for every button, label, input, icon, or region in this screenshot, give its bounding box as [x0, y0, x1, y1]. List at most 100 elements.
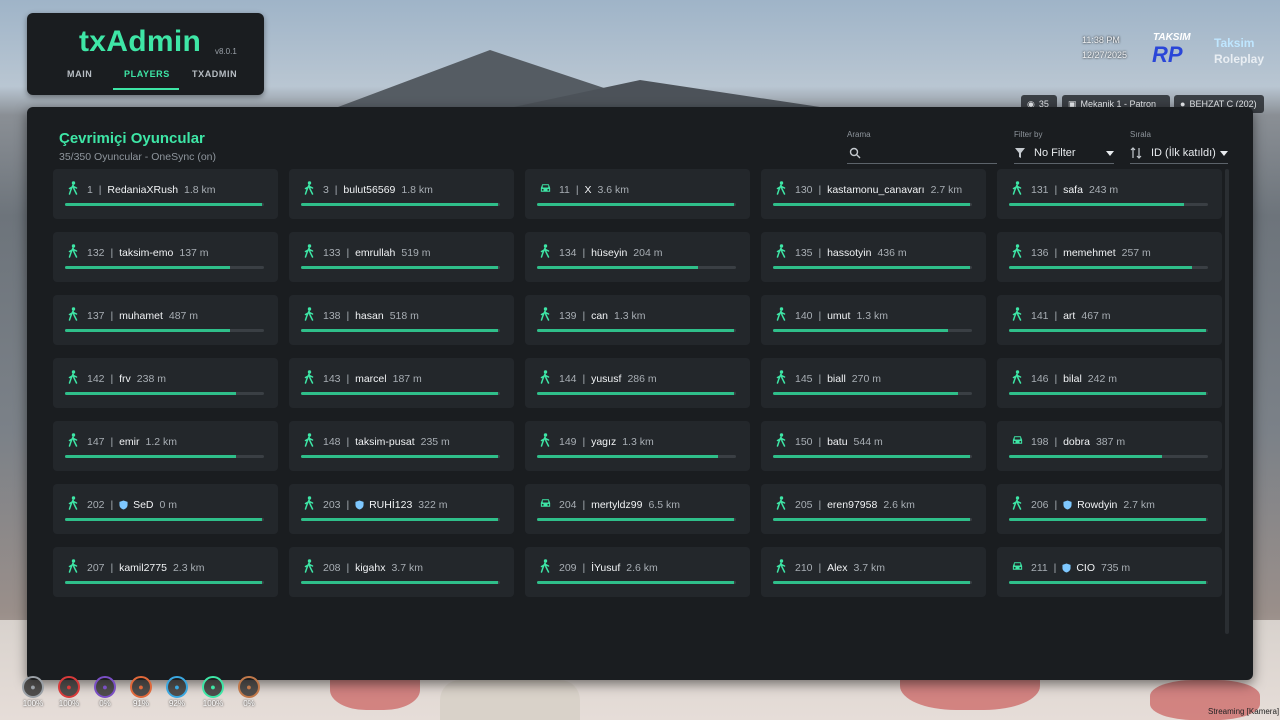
player-id: 141: [1031, 310, 1049, 322]
search-icon: [849, 147, 861, 159]
filter-select[interactable]: No Filter: [1014, 143, 1114, 164]
player-card[interactable]: 140 | umut 1.3 km: [761, 295, 986, 345]
search-input[interactable]: [865, 145, 997, 163]
car-icon: [1011, 559, 1023, 573]
player-card[interactable]: 146 | bilal 242 m: [997, 358, 1222, 408]
player-card[interactable]: 149 | yagız 1.3 km: [525, 421, 750, 471]
player-name: bulut56569: [343, 184, 396, 196]
player-card[interactable]: 211 | CIO 735 m: [997, 547, 1222, 597]
player-info: 142 | frv 238 m: [87, 373, 166, 385]
player-info: 130 | kastamonu_canavarı 2.7 km: [795, 184, 962, 196]
player-card[interactable]: 3 | bulut56569 1.8 km: [289, 169, 514, 219]
player-card[interactable]: 207 | kamil2775 2.3 km: [53, 547, 278, 597]
tab-players[interactable]: PLAYERS: [124, 69, 170, 79]
player-card[interactable]: 206 | Rowdyin 2.7 km: [997, 484, 1222, 534]
tab-main[interactable]: MAIN: [67, 69, 92, 79]
walk-icon: [67, 496, 79, 510]
player-card[interactable]: 210 | Alex 3.7 km: [761, 547, 986, 597]
separator: |: [1051, 310, 1061, 322]
player-id: 205: [795, 499, 813, 511]
separator: |: [107, 247, 117, 259]
walk-icon: [775, 559, 787, 573]
player-card[interactable]: 205 | eren97958 2.6 km: [761, 484, 986, 534]
player-card[interactable]: 132 | taksim-emo 137 m: [53, 232, 278, 282]
player-name: eren97958: [827, 499, 878, 511]
walk-icon: [775, 433, 787, 447]
player-card[interactable]: 208 | kigahx 3.7 km: [289, 547, 514, 597]
player-card[interactable]: 145 | biall 270 m: [761, 358, 986, 408]
player-name: kamil2775: [119, 562, 167, 574]
player-distance: 204 m: [633, 247, 663, 259]
health-bar: [773, 329, 972, 332]
player-card[interactable]: 134 | hüseyin 204 m: [525, 232, 750, 282]
walk-icon: [303, 433, 315, 447]
sort-select[interactable]: ID (İlk katıldı): [1130, 143, 1228, 164]
player-card[interactable]: 142 | frv 238 m: [53, 358, 278, 408]
player-id: 136: [1031, 247, 1049, 259]
status-value: 100%: [58, 699, 80, 708]
player-card[interactable]: 11 | X 3.6 km: [525, 169, 750, 219]
hud-time: 11:38 PM: [1082, 35, 1120, 45]
player-card[interactable]: 209 | İYusuf 2.6 km: [525, 547, 750, 597]
player-distance: 3.7 km: [853, 562, 886, 574]
player-card[interactable]: 1 | RedaniaXRush 1.8 km: [53, 169, 278, 219]
player-card[interactable]: 204 | mertyldz99 6.5 km: [525, 484, 750, 534]
player-name: umut: [827, 310, 851, 322]
armor-icon: ●: [94, 676, 116, 698]
player-card[interactable]: 133 | emrullah 519 m: [289, 232, 514, 282]
health-bar-fill: [301, 329, 498, 332]
separator: |: [107, 310, 117, 322]
player-card[interactable]: 136 | memehmet 257 m: [997, 232, 1222, 282]
health-bar-fill: [773, 266, 970, 269]
player-card[interactable]: 150 | batu 544 m: [761, 421, 986, 471]
shield-icon: [1062, 563, 1071, 573]
player-id: 133: [323, 247, 341, 259]
player-card[interactable]: 198 | dobra 387 m: [997, 421, 1222, 471]
player-info: 150 | batu 544 m: [795, 436, 883, 448]
player-card[interactable]: 131 | safa 243 m: [997, 169, 1222, 219]
separator: |: [815, 436, 825, 448]
shield-icon: [1063, 500, 1072, 510]
player-card[interactable]: 135 | hassotyin 436 m: [761, 232, 986, 282]
shield-icon: [119, 500, 128, 510]
player-distance: 735 m: [1100, 562, 1131, 574]
health-bar: [1009, 581, 1208, 584]
player-card[interactable]: 137 | muhamet 487 m: [53, 295, 278, 345]
player-id: 206: [1031, 499, 1049, 511]
player-info: 144 | yususf 286 m: [559, 373, 657, 385]
player-card[interactable]: 130 | kastamonu_canavarı 2.7 km: [761, 169, 986, 219]
player-card[interactable]: 203 | RUHİ123 322 m: [289, 484, 514, 534]
status-value: 91%: [132, 699, 149, 708]
separator: |: [579, 562, 589, 574]
status-value: 100%: [22, 699, 44, 708]
player-card[interactable]: 138 | hasan 518 m: [289, 295, 514, 345]
player-distance: 2.6 km: [883, 499, 915, 511]
player-name: İYusuf: [591, 562, 621, 574]
health-bar: [773, 455, 972, 458]
health-bar: [537, 266, 736, 269]
player-card[interactable]: 147 | emir 1.2 km: [53, 421, 278, 471]
separator: |: [107, 436, 117, 448]
player-card[interactable]: 144 | yususf 286 m: [525, 358, 750, 408]
player-info: 209 | İYusuf 2.6 km: [559, 562, 658, 574]
player-card[interactable]: 148 | taksim-pusat 235 m: [289, 421, 514, 471]
health-bar: [301, 455, 500, 458]
player-card[interactable]: 143 | marcel 187 m: [289, 358, 514, 408]
player-distance: 243 m: [1088, 184, 1119, 196]
health-bar-fill: [773, 455, 970, 458]
txadmin-menu-header: txAdmin v8.0.1 MAIN PLAYERS TXADMIN: [27, 13, 264, 95]
player-card[interactable]: 202 | SeD 0 m: [53, 484, 278, 534]
player-info: 211 | CIO 735 m: [1031, 562, 1130, 574]
health-bar: [65, 455, 264, 458]
search-field[interactable]: [847, 143, 997, 164]
health-bar-fill: [773, 581, 970, 584]
filter-value: No Filter: [1034, 147, 1076, 159]
player-card[interactable]: 139 | can 1.3 km: [525, 295, 750, 345]
walk-icon: [303, 559, 315, 573]
health-bar-fill: [65, 203, 262, 206]
separator: |: [579, 373, 589, 385]
scrollbar[interactable]: [1225, 169, 1229, 634]
separator: |: [343, 373, 353, 385]
tab-txadmin[interactable]: TXADMIN: [192, 69, 237, 79]
player-card[interactable]: 141 | art 467 m: [997, 295, 1222, 345]
